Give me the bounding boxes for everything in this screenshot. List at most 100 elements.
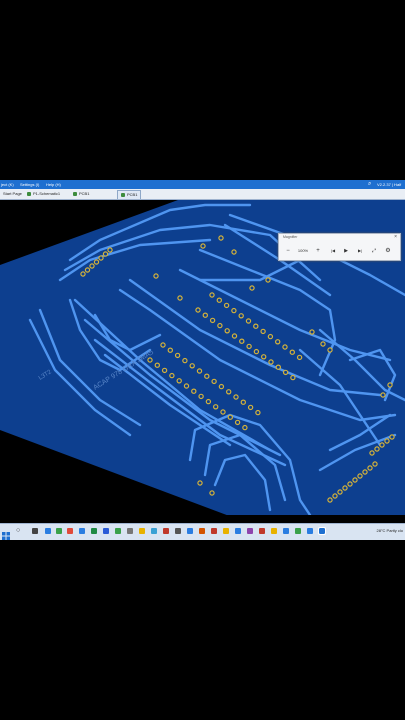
pcb-pad <box>160 342 166 348</box>
pcb-pad <box>234 419 241 426</box>
pcb-pad <box>246 343 252 350</box>
app-icon-blue-3[interactable] <box>235 528 241 534</box>
pcb-pad <box>327 347 333 353</box>
pcb-pad <box>197 480 203 486</box>
app-icon-blue[interactable] <box>151 528 157 534</box>
pcb-pad <box>169 372 175 379</box>
pcb-pad <box>296 354 303 361</box>
tab-start-page[interactable]: Start Page <box>0 190 25 198</box>
magnifier-title: Magnifier <box>283 235 298 239</box>
pcb-pad <box>216 297 222 303</box>
pcb-icon <box>121 192 125 197</box>
app-icon-yellow[interactable] <box>223 528 229 534</box>
app-icon-purple[interactable] <box>247 528 253 534</box>
pcb-pad <box>98 255 104 261</box>
pcb-pad <box>332 493 338 499</box>
menu-help[interactable]: Help (H) <box>46 180 61 189</box>
pcb-pad <box>265 277 271 283</box>
app-icon-blue-4[interactable] <box>283 528 289 534</box>
pcb-pad <box>209 317 216 324</box>
app-icon-red-2[interactable] <box>211 528 217 534</box>
app-icon-blue-2[interactable] <box>187 528 193 534</box>
pcb-pad <box>212 404 219 410</box>
search-icon[interactable]: ⌕ <box>368 180 371 189</box>
chrome-icon[interactable] <box>67 528 73 534</box>
pcb-pad <box>153 273 159 279</box>
menu-bar: ject (K) Settings (I) Help (H) ⌕ V2.2.37… <box>0 180 405 189</box>
pcb-pad <box>253 323 259 329</box>
pcb-pad <box>195 307 201 313</box>
tab-pcb1-active[interactable]: PCB1 <box>117 190 142 199</box>
taskbar-search-icon[interactable]: ○ <box>16 527 20 534</box>
pcb-pad <box>218 235 224 241</box>
word-icon[interactable] <box>103 528 109 534</box>
store-icon[interactable] <box>79 528 85 534</box>
zoom-out-button[interactable]: − <box>283 246 293 256</box>
pcb-pad <box>209 490 215 496</box>
pcb-canvas[interactable]: ACAP 978 GRA 3MA5 L3T2 Magnifier × − 100… <box>0 195 405 520</box>
windows-taskbar: ○ 28°C Partly clo <box>0 523 405 540</box>
pcb-pad <box>147 357 153 363</box>
pcb-pad <box>177 295 183 301</box>
app-icon-red-3[interactable] <box>259 528 265 534</box>
first-frame-icon[interactable]: |◀ <box>328 246 338 256</box>
pcb-pad <box>204 373 210 379</box>
pcb-pad <box>253 348 260 355</box>
app-icon-blue-5[interactable] <box>307 528 313 534</box>
menu-project[interactable]: ject (K) <box>1 180 14 189</box>
pcb-pad <box>161 367 168 374</box>
pcb-pad <box>198 393 204 400</box>
app-icon-green-2[interactable] <box>115 528 121 534</box>
windows-start-icon[interactable] <box>2 527 10 540</box>
pcb-editor-window: ject (K) Settings (I) Help (H) ⌕ V2.2.37… <box>0 180 405 540</box>
task-view-icon[interactable] <box>32 528 38 534</box>
pcb-pad <box>231 249 237 255</box>
app-icon-green-3[interactable] <box>295 528 301 534</box>
pcb-pad <box>220 409 226 415</box>
snap-icon[interactable]: ⤢ <box>369 246 379 256</box>
pcb-pad <box>275 364 281 370</box>
app-icon-red[interactable] <box>163 528 169 534</box>
pcb-pad <box>367 465 373 471</box>
app-icon-green[interactable] <box>56 528 62 534</box>
pcb-pad <box>247 404 254 411</box>
pcb-pad <box>275 339 281 345</box>
pcb-pad <box>167 347 173 353</box>
magnifier-close-button[interactable]: × <box>394 234 397 240</box>
tab-pcb1[interactable]: PCB1 <box>70 190 92 198</box>
pcb-pad <box>202 312 208 318</box>
pcb-pad <box>282 369 289 376</box>
app-icon-orange[interactable] <box>199 528 205 534</box>
edge-icon[interactable] <box>45 528 51 534</box>
last-frame-icon[interactable]: ▶| <box>355 246 365 256</box>
pcb-pad <box>290 374 296 381</box>
menu-settings[interactable]: Settings (I) <box>20 180 39 189</box>
easyeda-taskbar-icon[interactable] <box>318 527 326 535</box>
pcb-pad <box>342 485 348 491</box>
pcb-pad <box>369 450 375 456</box>
pcb-pad <box>309 329 315 335</box>
pcb-pad <box>231 307 237 314</box>
app-icon-dark[interactable] <box>175 528 181 534</box>
zoom-in-button[interactable]: + <box>313 246 323 256</box>
excel-icon[interactable] <box>91 528 97 534</box>
app-icon-yellow-2[interactable] <box>271 528 277 534</box>
play-icon[interactable]: ▶ <box>341 246 351 256</box>
pcb-pad <box>362 469 368 475</box>
folder-icon[interactable] <box>139 528 145 534</box>
pcb-pad <box>227 414 233 420</box>
pcb-pad <box>218 383 225 390</box>
schematic-icon <box>27 191 31 196</box>
pcb-pad <box>387 382 393 388</box>
tab-schematic[interactable]: P1-Schematic1 <box>24 190 63 198</box>
app-icon-gray[interactable] <box>127 528 133 534</box>
pcb-pad <box>238 313 244 319</box>
pcb-pad <box>89 263 95 269</box>
pcb-pad <box>174 352 181 359</box>
pcb-pad <box>327 497 333 503</box>
pcb-pad <box>245 318 252 324</box>
tab-label: P1-Schematic1 <box>33 191 61 196</box>
pcb-pad <box>268 359 274 365</box>
gear-icon[interactable]: ⚙ <box>383 246 393 256</box>
pcb-pad <box>102 251 109 257</box>
